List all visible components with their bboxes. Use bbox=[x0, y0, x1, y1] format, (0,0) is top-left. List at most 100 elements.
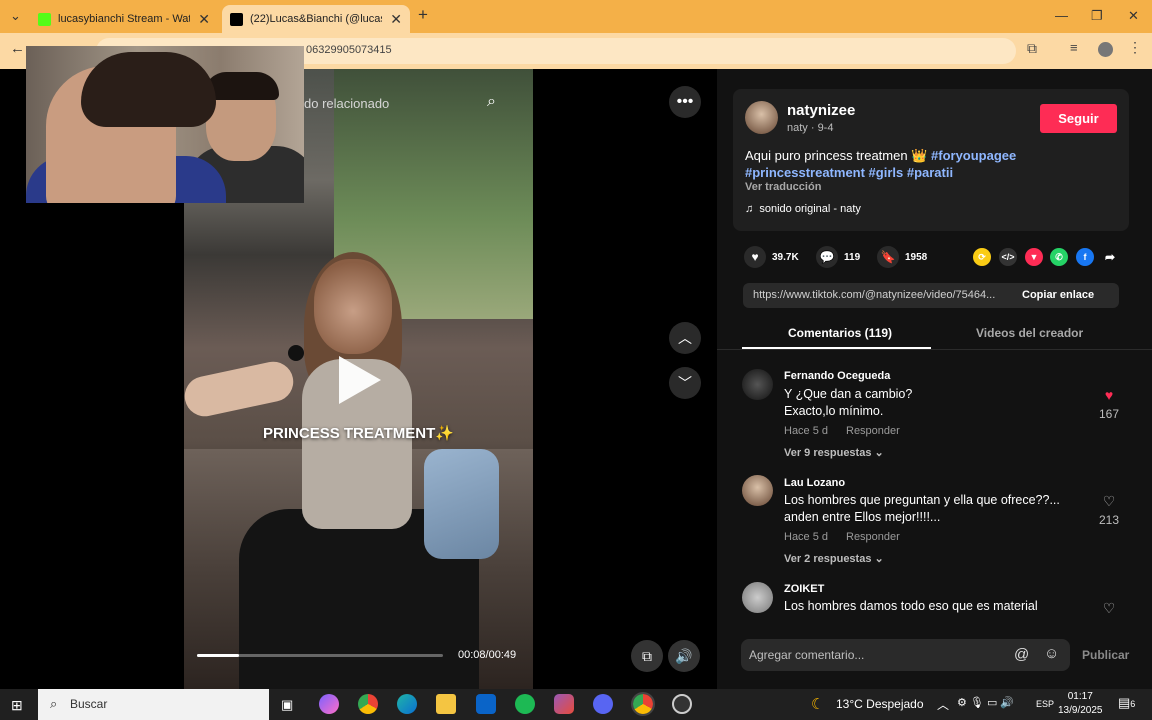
mention-icon[interactable]: @ bbox=[1014, 646, 1029, 663]
weather-text[interactable]: 13°C Despejado bbox=[836, 697, 924, 711]
clock-time: 01:17 bbox=[1067, 691, 1093, 702]
comment-avatar[interactable] bbox=[742, 582, 773, 613]
embed-code-icon[interactable]: </> bbox=[999, 248, 1017, 266]
notification-count: 6 bbox=[1130, 699, 1136, 709]
close-tab-icon[interactable]: ✕ bbox=[390, 11, 402, 28]
previous-video-icon[interactable]: ︿ bbox=[669, 322, 701, 354]
view-replies-button[interactable]: Ver 9 respuestas ⌄ bbox=[784, 446, 884, 459]
tray-chevron-icon[interactable]: ︿ bbox=[937, 696, 949, 713]
volume-icon[interactable]: 🔊 bbox=[668, 640, 700, 672]
comment-author[interactable]: Lau Lozano bbox=[784, 477, 845, 489]
windows-start-icon[interactable]: ⊞ bbox=[11, 697, 23, 714]
restore-icon[interactable]: ❐ bbox=[1091, 8, 1103, 24]
minimize-icon[interactable]: — bbox=[1055, 8, 1068, 23]
follow-button[interactable]: Seguir bbox=[1040, 104, 1117, 133]
extensions-icon[interactable]: ⧉ bbox=[1027, 40, 1037, 57]
menu-kebab-icon[interactable]: ⋮ bbox=[1128, 39, 1142, 56]
translate-link[interactable]: Ver traducción bbox=[745, 181, 821, 193]
share-link-text: https://www.tiktok.com/@natynizee/video/… bbox=[753, 289, 996, 301]
next-video-icon[interactable]: ﹀ bbox=[669, 367, 701, 399]
comment-text: Exacto,lo mínimo. bbox=[784, 404, 884, 418]
comment-author[interactable]: Fernando Ocegueda bbox=[784, 370, 890, 382]
profile-avatar[interactable] bbox=[1098, 42, 1113, 57]
description-text: Aqui puro princess treatmen 👑 bbox=[745, 148, 928, 163]
heart-icon[interactable]: ♥ bbox=[744, 246, 766, 268]
outlook-icon[interactable] bbox=[476, 694, 496, 714]
whatsapp-icon[interactable]: ✆ bbox=[1050, 248, 1068, 266]
browser-tab-kick[interactable]: lucasybianchi Stream - Watch Li ✕ bbox=[30, 5, 218, 33]
video-frame-bag bbox=[424, 449, 499, 559]
publish-button[interactable]: Publicar bbox=[1082, 648, 1129, 662]
copy-link-button[interactable]: Copiar enlace bbox=[1022, 289, 1094, 301]
repost-icon[interactable]: ⟳ bbox=[973, 248, 991, 266]
spotify-icon[interactable] bbox=[515, 694, 535, 714]
send-to-friend-icon[interactable]: ▼ bbox=[1025, 248, 1043, 266]
reply-button[interactable]: Responder bbox=[846, 531, 900, 543]
browser-tab-bar: ⌄ lucasybianchi Stream - Watch Li ✕ (22)… bbox=[0, 0, 1152, 33]
save-count: 1958 bbox=[905, 251, 928, 263]
comment-bubble-icon[interactable]: 💬 bbox=[816, 246, 838, 268]
clock-date: 13/9/2025 bbox=[1058, 705, 1103, 716]
comment-like-icon[interactable]: ♥ bbox=[1094, 387, 1124, 403]
taskbar-search-label: Buscar bbox=[70, 697, 108, 711]
close-tab-icon[interactable]: ✕ bbox=[198, 11, 210, 28]
comment-text: Y ¿Que dan a cambio? bbox=[784, 387, 913, 401]
app-icon[interactable] bbox=[672, 694, 692, 714]
comment-like-icon[interactable]: ♡ bbox=[1094, 493, 1124, 510]
sound-info[interactable]: ♫ sonido original - naty bbox=[745, 203, 861, 215]
media-control-icon[interactable]: ≡ bbox=[1070, 40, 1078, 55]
discord-icon[interactable] bbox=[593, 694, 613, 714]
kick-favicon-icon bbox=[38, 12, 51, 26]
video-frame-mic bbox=[288, 345, 304, 361]
comment-like-icon[interactable]: ♡ bbox=[1094, 600, 1124, 617]
floating-player-icon[interactable]: ⧉ bbox=[631, 640, 663, 672]
save-stat[interactable]: 🔖 1958 bbox=[877, 246, 927, 268]
close-window-icon[interactable]: ✕ bbox=[1128, 8, 1139, 24]
comment-avatar[interactable] bbox=[742, 369, 773, 400]
taskbar-search[interactable]: ⌕ Buscar bbox=[38, 689, 269, 720]
edge-icon[interactable] bbox=[397, 694, 417, 714]
file-explorer-icon[interactable] bbox=[436, 694, 456, 714]
chrome-active-icon[interactable] bbox=[631, 692, 655, 716]
notification-icon[interactable]: ▤6 bbox=[1118, 695, 1135, 711]
facebook-icon[interactable]: f bbox=[1076, 248, 1094, 266]
tab-creator-videos[interactable]: Videos del creador bbox=[976, 326, 1083, 340]
creator-username[interactable]: natynizee bbox=[787, 102, 855, 119]
more-options-icon[interactable]: ••• bbox=[669, 86, 701, 118]
emoji-icon[interactable]: ☺ bbox=[1044, 645, 1059, 662]
task-view-icon[interactable]: ▣ bbox=[281, 697, 293, 713]
browser-tab-tiktok[interactable]: (22)Lucas&Bianchi (@lucasbaz ✕ bbox=[222, 5, 410, 33]
play-icon[interactable] bbox=[339, 356, 381, 404]
back-arrow-icon[interactable]: ← bbox=[10, 40, 25, 57]
comment-time: Hace 5 d bbox=[784, 425, 829, 437]
related-search-text[interactable]: do relacionado bbox=[304, 96, 389, 111]
divider bbox=[717, 349, 1152, 350]
like-stat[interactable]: ♥ 39.7K bbox=[744, 246, 799, 268]
tab-comments[interactable]: Comentarios (119) bbox=[788, 326, 892, 340]
music-note-icon: ♫ bbox=[745, 203, 754, 215]
search-icon[interactable]: ⌕ bbox=[487, 93, 496, 111]
comment-stat[interactable]: 💬 119 bbox=[816, 246, 860, 268]
comment-avatar[interactable] bbox=[742, 475, 773, 506]
bookmark-icon[interactable]: 🔖 bbox=[877, 246, 899, 268]
clock[interactable]: 01:17 13/9/2025 bbox=[1058, 690, 1103, 718]
reply-button[interactable]: Responder bbox=[846, 425, 900, 437]
language-indicator[interactable]: ESP bbox=[1036, 699, 1054, 709]
video-caption: PRINCESS TREATMENT✨ bbox=[263, 425, 454, 442]
new-tab-icon[interactable]: + bbox=[418, 5, 428, 25]
photos-app-icon[interactable] bbox=[554, 694, 574, 714]
creator-avatar[interactable] bbox=[745, 101, 778, 134]
chrome-icon[interactable] bbox=[358, 694, 378, 714]
tiktok-favicon-icon bbox=[230, 12, 243, 26]
comment-time: Hace 5 d bbox=[784, 531, 829, 543]
view-replies-button[interactable]: Ver 2 respuestas ⌄ bbox=[784, 552, 884, 565]
tab-search-icon[interactable]: ⌄ bbox=[10, 8, 21, 24]
progress-fill bbox=[197, 654, 239, 657]
sound-name: sonido original - naty bbox=[759, 203, 861, 215]
share-arrow-icon[interactable]: ➦ bbox=[1101, 248, 1119, 266]
copilot-icon[interactable] bbox=[319, 694, 339, 714]
hashtag-link[interactable]: #foryoupagee bbox=[931, 148, 1016, 163]
comment-author[interactable]: ZOIKET bbox=[784, 583, 824, 595]
tray-icons[interactable]: ⚙ 🎙 ▭ 🔊 bbox=[957, 696, 1014, 709]
hashtag-link[interactable]: #princesstreatment #girls #paratii bbox=[745, 165, 953, 180]
